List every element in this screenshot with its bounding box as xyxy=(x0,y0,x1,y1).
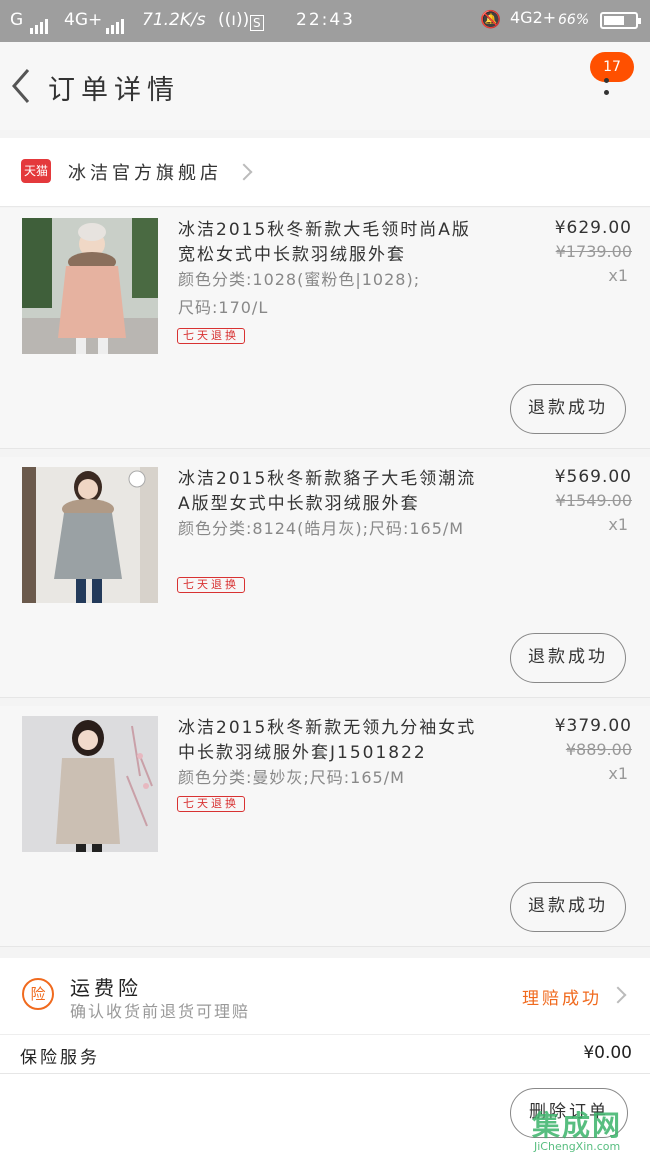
original-price: ¥1549.00 xyxy=(555,491,632,510)
chevron-right-icon xyxy=(609,986,627,1004)
service-label: 保险服务 xyxy=(20,1048,100,1068)
seven-day-return-tag: 七天退换 xyxy=(177,577,245,593)
seven-day-return-tag: 七天退换 xyxy=(177,796,245,812)
tmall-logo: 天猫 xyxy=(21,159,51,183)
product-title[interactable]: 冰洁2015秋冬新款无领九分袖女式中长款羽绒服外套J1501822 xyxy=(178,716,478,766)
more-menu-button[interactable] xyxy=(596,78,618,108)
quantity: x1 xyxy=(608,764,628,783)
refund-status-button[interactable]: 退款成功 xyxy=(510,384,626,434)
mute-bell-icon: 🔕 xyxy=(480,10,502,30)
coat-image xyxy=(22,218,158,354)
claim-status[interactable]: 理赔成功 xyxy=(522,984,602,1009)
watermark-url: JiChengXin.com xyxy=(534,1140,621,1153)
carrier-label: G xyxy=(10,10,24,30)
chevron-left-icon xyxy=(12,69,30,103)
sku-color: 颜色分类:8124(皓月灰);尺码:165/M xyxy=(178,519,465,538)
product-title[interactable]: 冰洁2015秋冬新款貉子大毛领潮流A版型女式中长款羽绒服外套 xyxy=(178,467,478,517)
status-bar: G 4G+ 71.2K/s ((ı)) S 22:43 🔕 4G2+ 66% xyxy=(0,0,650,42)
product-sku: 颜色分类:8124(皓月灰);尺码:165/M xyxy=(178,515,478,543)
wifi-call-icon: ((ı)) xyxy=(218,10,250,30)
watermark: 集成网 JiChengXin.com xyxy=(532,1104,650,1156)
clock: 22:43 xyxy=(296,10,355,30)
quantity: x1 xyxy=(608,515,628,534)
sku-color: 颜色分类:曼妙灰;尺码:165/M xyxy=(178,768,405,787)
product-image[interactable] xyxy=(22,716,158,852)
order-item[interactable]: 冰洁2015秋冬新款大毛领时尚A版宽松女式中长款羽绒服外套 颜色分类:1028(… xyxy=(0,208,650,449)
shop-name: 冰洁官方旗舰店 xyxy=(68,163,222,184)
back-button[interactable] xyxy=(8,66,38,106)
service-price: ¥0.00 xyxy=(583,1043,632,1063)
sku-color: 颜色分类:1028(蜜粉色|1028); xyxy=(178,270,421,289)
shop-row[interactable]: 天猫 冰洁官方旗舰店 xyxy=(0,138,650,207)
product-image[interactable] xyxy=(22,218,158,354)
chevron-right-icon xyxy=(235,163,253,181)
original-price: ¥889.00 xyxy=(565,740,632,759)
bottom-action-bar: 删除订单 集成网 JiChengXin.com xyxy=(0,1073,650,1156)
order-item[interactable]: 冰洁2015秋冬新款无领九分袖女式中长款羽绒服外套J1501822 颜色分类:曼… xyxy=(0,706,650,947)
refund-status-button[interactable]: 退款成功 xyxy=(510,633,626,683)
signal-icon xyxy=(30,14,50,34)
price: ¥379.00 xyxy=(554,716,632,736)
price: ¥629.00 xyxy=(554,218,632,238)
page-title: 订单详情 xyxy=(48,75,180,106)
seven-day-return-tag: 七天退换 xyxy=(177,328,245,344)
insurance-title: 运费险 xyxy=(70,976,142,1000)
insurance-subtitle: 确认收货前退货可理赔 xyxy=(70,1002,251,1021)
price: ¥569.00 xyxy=(554,467,632,487)
insurance-service-row: 保险服务 ¥0.00 xyxy=(0,1035,650,1073)
battery-percent: 66% xyxy=(558,12,590,28)
insurance-icon: 险 xyxy=(22,978,54,1010)
original-price: ¥1739.00 xyxy=(555,242,632,261)
network-label: 4G+ xyxy=(64,10,103,30)
watermark-text: 集成网 xyxy=(532,1109,623,1142)
coat-image xyxy=(22,716,158,852)
quantity: x1 xyxy=(608,266,628,285)
order-item[interactable]: 冰洁2015秋冬新款貉子大毛领潮流A版型女式中长款羽绒服外套 颜色分类:8124… xyxy=(0,457,650,698)
network-speed: 71.2K/s xyxy=(142,10,206,30)
product-title[interactable]: 冰洁2015秋冬新款大毛领时尚A版宽松女式中长款羽绒服外套 xyxy=(178,218,478,268)
product-sku: 颜色分类:曼妙灰;尺码:165/M xyxy=(178,764,478,792)
shipping-insurance-row[interactable]: 险 运费险 确认收货前退货可理赔 理赔成功 xyxy=(0,958,650,1035)
signal-icon-2 xyxy=(106,14,126,34)
dot-icon xyxy=(604,90,609,95)
sku-size: 尺码:170/L xyxy=(178,298,269,317)
network2-label: 4G2+ xyxy=(510,8,557,27)
product-image[interactable] xyxy=(22,467,158,603)
refund-status-button[interactable]: 退款成功 xyxy=(510,882,626,932)
s-box-icon: S xyxy=(250,12,264,32)
dot-icon xyxy=(604,78,609,83)
battery-icon xyxy=(600,12,641,29)
coat-image xyxy=(22,467,158,603)
product-sku: 颜色分类:1028(蜜粉色|1028); 尺码:170/L xyxy=(178,266,478,322)
top-nav: 订单详情 17 xyxy=(0,42,650,130)
